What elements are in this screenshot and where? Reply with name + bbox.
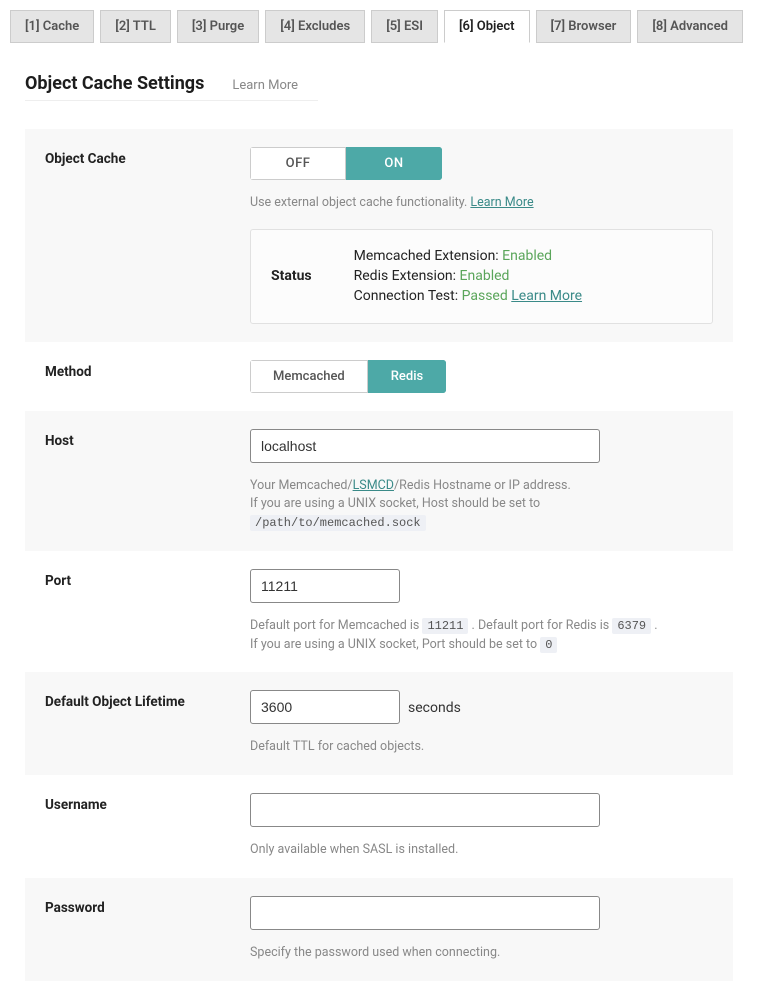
memcached-ext-label: Memcached Extension:	[354, 248, 503, 264]
host-sock-code: /path/to/memcached.sock	[250, 515, 426, 531]
tab-esi[interactable]: [5] ESI	[371, 10, 438, 43]
password-label: Password	[45, 896, 250, 916]
status-box: Status Memcached Extension: Enabled Redi…	[250, 229, 713, 324]
memcached-ext-status: Enabled	[502, 248, 552, 264]
object-cache-off-button[interactable]: OFF	[250, 147, 346, 180]
port-code3: 0	[540, 637, 557, 653]
port-code2: 6379	[612, 618, 651, 634]
conn-test-label: Connection Test:	[354, 288, 462, 304]
password-desc: Specify the password used when connectin…	[250, 944, 713, 963]
tab-bar: [1] Cache [2] TTL [3] Purge [4] Excludes…	[0, 0, 758, 43]
lifetime-desc: Default TTL for cached objects.	[250, 738, 713, 757]
host-label: Host	[45, 429, 250, 449]
lifetime-label: Default Object Lifetime	[45, 690, 250, 710]
tab-cache[interactable]: [1] Cache	[10, 10, 94, 43]
port-desc1a: Default port for Memcached is	[250, 618, 422, 633]
password-input[interactable]	[250, 896, 600, 930]
object-cache-learn-more-link[interactable]: Learn More	[470, 195, 533, 210]
conn-test-status: Passed	[462, 288, 508, 304]
tab-purge[interactable]: [3] Purge	[177, 10, 259, 43]
lsmcd-link[interactable]: LSMCD	[353, 478, 394, 493]
page-title: Object Cache Settings	[25, 73, 204, 94]
username-input[interactable]	[250, 793, 600, 827]
host-input[interactable]	[250, 429, 600, 463]
object-cache-on-button[interactable]: ON	[346, 147, 442, 180]
port-label: Port	[45, 569, 250, 589]
settings-panel: Object Cache Settings Learn More Object …	[0, 43, 758, 981]
method-toggle: Memcached Redis	[250, 360, 446, 393]
heading-learn-more-link[interactable]: Learn More	[232, 78, 298, 93]
object-cache-desc: Use external object cache functionality.	[250, 195, 470, 210]
port-code1: 11211	[422, 618, 468, 634]
port-input[interactable]	[250, 569, 400, 603]
host-desc2: If you are using a UNIX socket, Host sho…	[250, 496, 540, 511]
port-desc2: If you are using a UNIX socket, Port sho…	[250, 637, 540, 652]
username-label: Username	[45, 793, 250, 813]
object-cache-toggle: OFF ON	[250, 147, 442, 180]
host-desc1a: Your Memcached/	[250, 478, 353, 493]
lifetime-input[interactable]	[250, 690, 400, 724]
status-learn-more-link[interactable]: Learn More	[511, 288, 582, 304]
redis-ext-label: Redis Extension:	[354, 268, 460, 284]
lifetime-unit: seconds	[408, 700, 461, 716]
status-title: Status	[271, 268, 312, 284]
tab-excludes[interactable]: [4] Excludes	[265, 10, 365, 43]
redis-ext-status: Enabled	[460, 268, 510, 284]
tab-object[interactable]: [6] Object	[444, 10, 530, 43]
tab-browser[interactable]: [7] Browser	[536, 10, 632, 43]
object-cache-label: Object Cache	[45, 147, 250, 167]
port-desc1b: . Default port for Redis is	[468, 618, 612, 633]
tab-ttl[interactable]: [2] TTL	[100, 10, 171, 43]
username-desc: Only available when SASL is installed.	[250, 841, 713, 860]
method-memcached-button[interactable]: Memcached	[250, 360, 368, 393]
method-redis-button[interactable]: Redis	[368, 360, 446, 393]
method-label: Method	[45, 360, 250, 380]
port-desc1c: .	[651, 618, 657, 633]
tab-advanced[interactable]: [8] Advanced	[637, 10, 743, 43]
host-desc1b: /Redis Hostname or IP address.	[394, 478, 571, 493]
